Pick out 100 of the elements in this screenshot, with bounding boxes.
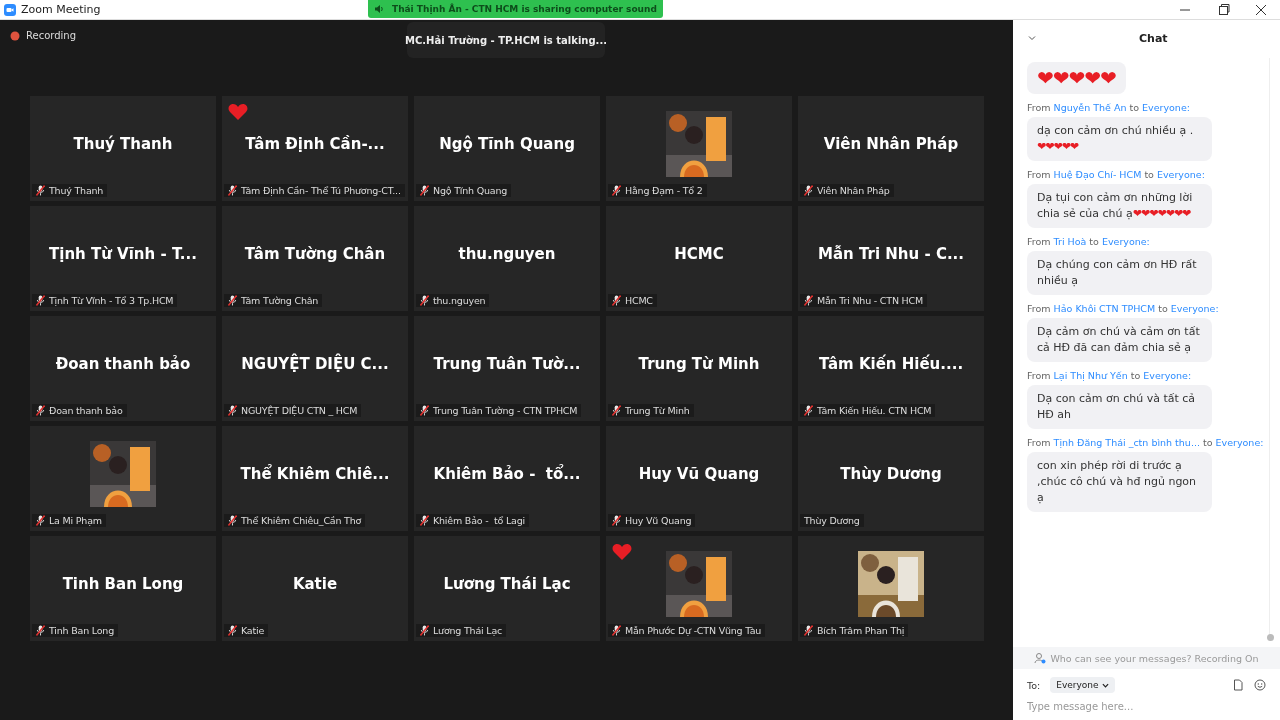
muted-mic-icon [612, 185, 621, 196]
participant-label-text: Thuý Thanh [49, 185, 104, 196]
muted-mic-icon [228, 295, 237, 306]
participant-label-text: Tâm Định Cần- Thể Tú Phương-CT... [241, 185, 401, 196]
participant-name: Tâm Định Cần-... [245, 134, 385, 153]
video-tile[interactable]: Tâm Định Cần-... Tâm Định Cần- Thể Tú Phương-CT... [222, 96, 408, 201]
video-tile[interactable]: Tinh Ban Long Tinh Ban Long [30, 536, 216, 641]
video-tile[interactable]: Viên Nhân Pháp Viên Nhân Pháp [798, 96, 984, 201]
participant-name: Ngộ Tĩnh Quang [439, 134, 575, 153]
muted-mic-icon [612, 515, 621, 526]
message-header: From Hảo Khôi CTN TPHCM to Everyone: [1027, 303, 1220, 314]
chat-title: Chat [1139, 31, 1168, 45]
message-header: From Lại Thị Như Yến to Everyone: [1027, 370, 1193, 381]
video-tile[interactable]: Mẫn Tri Nhu - C... Mẫn Tri Nhu - CTN HCM [798, 206, 984, 311]
message-bubble: ❤❤❤❤❤ [1027, 62, 1126, 94]
video-tile[interactable]: Mẫn Phước Dự -CTN Vũng Tàu [606, 536, 792, 641]
participant-label-text: Thùy Dương [804, 515, 860, 526]
chevron-down-icon[interactable] [1027, 33, 1037, 43]
video-tile[interactable]: Trung Tuân Tườ... Trung Tuân Tường - CTN TPHCM [414, 316, 600, 421]
video-tile[interactable]: Bích Trâm Phan Thị [798, 536, 984, 641]
participant-label-text: Trung Tuân Tường - CTN TPHCM [433, 405, 578, 416]
person-icon [1034, 652, 1047, 664]
participant-name: Viên Nhân Pháp [823, 134, 959, 153]
muted-mic-icon [36, 185, 45, 196]
video-tile[interactable]: Tâm Kiến Hiếu.... Tâm Kiến Hiếu. CTN HCM [798, 316, 984, 421]
muted-mic-icon [36, 515, 45, 526]
participant-label-text: Huy Vũ Quang [625, 515, 692, 526]
video-tile[interactable]: Huy Vũ Quang Huy Vũ Quang [606, 426, 792, 531]
message-header: From Nguyễn Thế An to Everyone: [1027, 102, 1191, 113]
video-tile[interactable]: Thể Khiêm Chiê... Thể Khiêm Chiêu_Cần Thơ [222, 426, 408, 531]
participant-label-text: La Mi Phạm [49, 515, 102, 526]
to-label: To: [1027, 679, 1041, 691]
video-tile[interactable]: NGUYỆT DIỆU C... NGUYỆT DIỆU CTN _ HCM [222, 316, 408, 421]
participant-name: Thể Khiêm Chiê... [240, 464, 390, 483]
muted-mic-icon [228, 625, 237, 636]
caret-icon [1101, 681, 1109, 689]
muted-mic-icon [420, 185, 429, 196]
participant-label-text: Mẫn Phước Dự -CTN Vũng Tàu [625, 625, 762, 636]
maximize-icon[interactable] [1216, 2, 1230, 17]
video-tile[interactable]: Ngộ Tĩnh Quang Ngộ Tĩnh Quang [414, 96, 600, 201]
participant-label-text: Thể Khiêm Chiêu_Cần Thơ [241, 515, 362, 526]
participant-name: Trung Tuân Tườ... [433, 354, 581, 373]
talking-indicator: MC.Hải Trường - TP.HCM is talking... [407, 22, 605, 58]
video-tile[interactable]: Trung Từ Minh Trung Từ Minh [606, 316, 792, 421]
recording-icon [10, 30, 20, 41]
video-tile[interactable]: Tâm Tường Chân Tâm Tường Chân [222, 206, 408, 311]
participant-label-text: NGUYỆT DIỆU CTN _ HCM [241, 405, 358, 416]
participant-label-text: Lương Thái Lạc [433, 625, 503, 636]
participant-name: Đoan thanh bảo [55, 354, 191, 373]
video-tile[interactable]: La Mi Phạm [30, 426, 216, 531]
video-tile[interactable]: Thùy Dương Thùy Dương [798, 426, 984, 531]
emoji-icon[interactable] [1254, 679, 1266, 691]
participant-name: Lương Thái Lạc [443, 574, 571, 593]
participant-label-text: Katie [241, 625, 265, 636]
message-bubble: Dạ con cảm ơn chú và tất cả HĐ ah [1027, 385, 1212, 429]
message-bubble: dạ con cảm ơn chú nhiều ạ . ❤❤❤❤❤ [1027, 117, 1212, 161]
participant-name: Tâm Kiến Hiếu.... [818, 354, 964, 373]
muted-mic-icon [612, 405, 621, 416]
participant-name: Khiêm Bảo - tổ... [433, 464, 581, 483]
video-tile[interactable]: Katie Katie [222, 536, 408, 641]
recipient-dropdown[interactable]: Everyone [1050, 677, 1115, 693]
muted-mic-icon [420, 515, 429, 526]
video-tile[interactable]: Lương Thái Lạc Lương Thái Lạc [414, 536, 600, 641]
participant-name: NGUYỆT DIỆU C... [241, 354, 389, 373]
video-tile[interactable]: Đoan thanh bảo Đoan thanh bảo [30, 316, 216, 421]
close-icon[interactable] [1254, 2, 1268, 17]
participant-label-text: Tịnh Từ Vĩnh - Tổ 3 Tp.HCM [49, 295, 174, 306]
message-header: From Huệ Đạo Chí- HCM to Everyone: [1027, 169, 1206, 180]
muted-mic-icon [36, 405, 45, 416]
muted-mic-icon [420, 405, 429, 416]
muted-mic-icon [804, 405, 813, 416]
muted-mic-icon [612, 625, 621, 636]
muted-mic-icon [228, 185, 237, 196]
muted-mic-icon [420, 295, 429, 306]
muted-mic-icon [804, 185, 813, 196]
message-header: From Tri Hoà to Everyone: [1027, 236, 1151, 247]
participant-label-text: Trung Từ Minh [625, 405, 690, 416]
participant-name: Tịnh Từ Vĩnh - T... [49, 244, 197, 263]
message-bubble: con xin phép rời di trước ạ ,chúc cô chú và hđ ngủ ngon ạ [1027, 452, 1212, 512]
participant-name: Tinh Ban Long [62, 574, 184, 593]
participant-name: Tâm Tường Chân [244, 244, 386, 263]
participant-label-text: Bích Trâm Phan Thị [817, 625, 905, 636]
participant-label-text: Tâm Tường Chân [241, 295, 319, 306]
muted-mic-icon [612, 295, 621, 306]
participant-label-text: Viên Nhân Pháp [817, 185, 890, 196]
participant-name: Mẫn Tri Nhu - C... [818, 244, 964, 263]
file-icon[interactable] [1232, 679, 1244, 691]
message-bubble: Dạ chúng con cảm ơn HĐ rất nhiều ạ [1027, 251, 1212, 295]
scrollbar-thumb[interactable] [1267, 634, 1274, 641]
video-tile[interactable]: Tịnh Từ Vĩnh - T... Tịnh Từ Vĩnh - Tổ 3 Tp.HCM [30, 206, 216, 311]
muted-mic-icon [420, 625, 429, 636]
video-tile[interactable]: Khiêm Bảo - tổ... Khiêm Bảo - tổ Lagi [414, 426, 600, 531]
video-tile[interactable]: thu.nguyen thu.nguyen [414, 206, 600, 311]
camera-logo-icon [4, 3, 16, 16]
muted-mic-icon [804, 295, 813, 306]
recording-label: Recording [26, 30, 76, 41]
video-tile[interactable]: Thuý Thanh Thuý Thanh [30, 96, 216, 201]
video-tile[interactable]: HCMC HCMC [606, 206, 792, 311]
video-tile[interactable]: Hằng Đạm - Tổ 2 [606, 96, 792, 201]
participant-name: thu.nguyen [458, 244, 556, 263]
